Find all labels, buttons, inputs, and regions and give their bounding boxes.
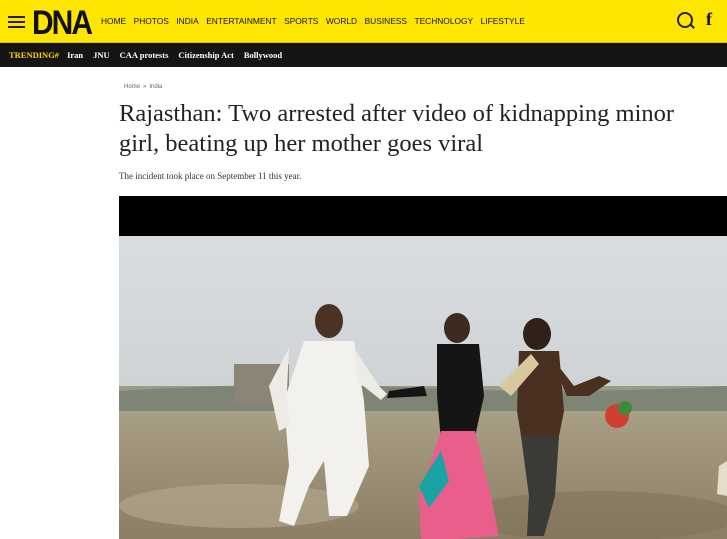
- site-header: DNA HOME PHOTOS INDIA ENTERTAINMENT SPOR…: [0, 0, 727, 43]
- menu-icon[interactable]: [8, 13, 25, 29]
- trending-item-caa-protests[interactable]: CAA protests: [120, 50, 169, 60]
- nav-item-entertainment[interactable]: ENTERTAINMENT: [206, 16, 276, 26]
- search-icon[interactable]: [677, 12, 693, 28]
- main-nav: HOME PHOTOS INDIA ENTERTAINMENT SPORTS W…: [101, 16, 532, 26]
- nav-item-photos[interactable]: PHOTOS: [134, 16, 169, 26]
- trending-item-citizenship-act[interactable]: Citizenship Act: [178, 50, 234, 60]
- article-headline: Rajasthan: Two arrested after video of k…: [119, 100, 675, 157]
- site-logo[interactable]: DNA: [32, 4, 93, 43]
- article-subheading: The incident took place on September 11 …: [119, 171, 302, 181]
- trending-item-jnu[interactable]: JNU: [93, 50, 110, 60]
- video-frame-image: [119, 236, 727, 539]
- breadcrumb-home[interactable]: Home: [124, 84, 140, 90]
- nav-item-home[interactable]: HOME: [101, 16, 126, 26]
- breadcrumb-section[interactable]: India: [149, 84, 162, 90]
- nav-item-world[interactable]: WORLD: [326, 16, 357, 26]
- nav-item-technology[interactable]: TECHNOLOGY: [414, 16, 473, 26]
- breadcrumb-separator: »: [143, 84, 147, 90]
- article-video[interactable]: [119, 196, 727, 539]
- nav-item-sports[interactable]: SPORTS: [284, 16, 318, 26]
- nav-item-lifestyle[interactable]: LIFESTYLE: [481, 16, 525, 26]
- trending-bar: TRENDING# Iran JNU CAA protests Citizens…: [0, 43, 727, 67]
- breadcrumb: Home» India: [124, 84, 162, 90]
- facebook-icon[interactable]: f: [706, 9, 712, 30]
- trending-label: TRENDING#: [9, 50, 60, 60]
- nav-item-business[interactable]: BUSINESS: [365, 16, 407, 26]
- trending-item-iran[interactable]: Iran: [67, 50, 83, 60]
- trending-item-bollywood[interactable]: Bollywood: [244, 50, 282, 60]
- nav-item-india[interactable]: INDIA: [176, 16, 198, 26]
